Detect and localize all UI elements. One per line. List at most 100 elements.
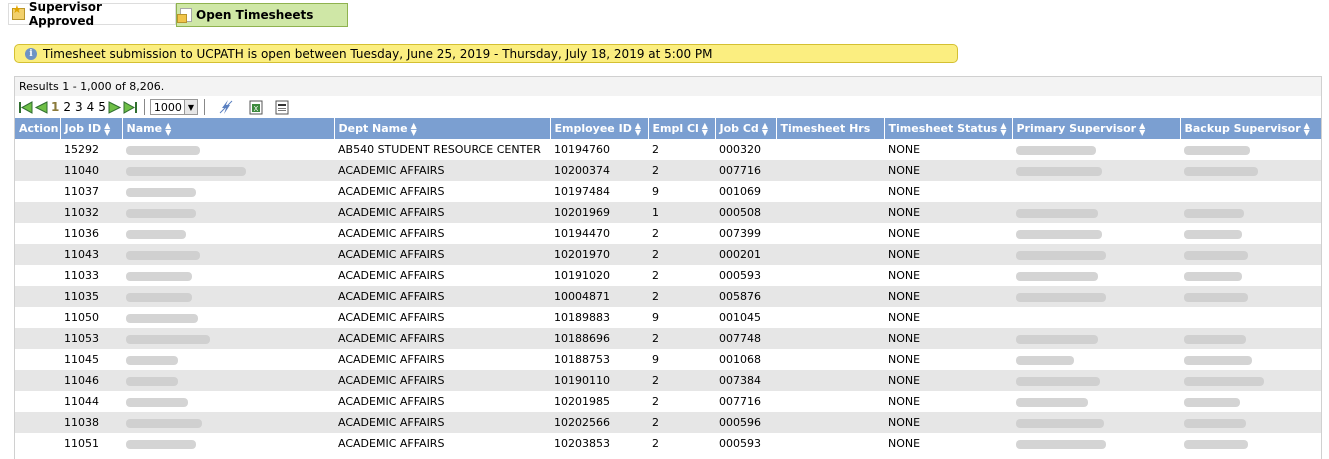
table-row[interactable]: 11050 ACADEMIC AFFAIRS 10189883 9 001045 NONE [15, 307, 1321, 328]
redacted-text [126, 292, 192, 302]
backup-supervisor-cell [1180, 433, 1321, 454]
col-header-employee-id[interactable]: Employee ID ▲ ▼ [550, 118, 649, 139]
job-cd-cell: 001068 [715, 349, 776, 370]
col-header-dept-name[interactable]: Dept Name ▲ ▼ [334, 118, 551, 139]
job-cd-cell: 001045 [715, 307, 776, 328]
sort-icon[interactable]: ▲ ▼ [411, 121, 417, 136]
table-row[interactable]: 11046 ACADEMIC AFFAIRS 10190110 2 007384 NONE [15, 370, 1321, 391]
redacted-text [126, 229, 186, 239]
primary-supervisor-cell [1012, 265, 1180, 286]
table-row[interactable]: 11044 ACADEMIC AFFAIRS 10201985 2 007716 NONE [15, 391, 1321, 412]
primary-supervisor-cell [1012, 349, 1180, 370]
redacted-text [1016, 208, 1098, 218]
name-cell [122, 244, 334, 265]
table-row[interactable]: 11032 ACADEMIC AFFAIRS 10201969 1 000508 NONE [15, 202, 1321, 223]
dept-name-cell: ACADEMIC AFFAIRS [334, 391, 550, 412]
timesheet-hrs-cell [776, 286, 884, 307]
export-excel-icon[interactable]: X [248, 99, 264, 115]
table-row[interactable]: 11043 ACADEMIC AFFAIRS 10201970 2 000201 NONE [15, 244, 1321, 265]
action-cell [15, 265, 60, 286]
sort-icon[interactable]: ▲ ▼ [762, 121, 768, 136]
timesheet-status-cell: NONE [884, 139, 1012, 160]
page-link-3[interactable]: 3 [75, 100, 83, 114]
backup-supervisor-cell [1180, 202, 1321, 223]
empl-cl-cell: 2 [648, 139, 715, 160]
col-header-primary-supervisor[interactable]: Primary Supervisor ▲ ▼ [1012, 118, 1181, 139]
table-row[interactable]: 11037 ACADEMIC AFFAIRS 10197484 9 001069 NONE [15, 181, 1321, 202]
backup-supervisor-cell [1180, 265, 1321, 286]
empl-cl-cell: 1 [648, 202, 715, 223]
job-cd-cell: 000593 [715, 265, 776, 286]
col-header-job-id[interactable]: Job ID ▲ ▼ [60, 118, 123, 139]
sort-icon[interactable]: ▲ ▼ [1000, 121, 1006, 136]
table-row[interactable]: 11045 ACADEMIC AFFAIRS 10188753 9 001068 NONE [15, 349, 1321, 370]
lightning-icon[interactable] [218, 99, 234, 115]
page-size-select[interactable]: 1000 ▼ [149, 99, 198, 115]
table-row[interactable]: 11033 ACADEMIC AFFAIRS 10191020 2 000593 NONE [15, 265, 1321, 286]
job-id-cell: 11050 [60, 307, 122, 328]
page-link-5[interactable]: 5 [98, 100, 106, 114]
first-page-icon[interactable] [19, 100, 33, 114]
backup-supervisor-cell [1180, 244, 1321, 265]
col-header-job-cd[interactable]: Job Cd ▲ ▼ [715, 118, 777, 139]
sort-icon[interactable]: ▲ ▼ [635, 121, 641, 136]
redacted-text [126, 355, 178, 365]
table-row[interactable]: 11053 ACADEMIC AFFAIRS 10188696 2 007748 NONE [15, 328, 1321, 349]
job-id-cell: 15292 [60, 139, 122, 160]
job-cd-cell: 000593 [715, 433, 776, 454]
tab-supervisor-approved[interactable]: Supervisor Approved [8, 0, 176, 28]
page-link-1[interactable]: 1 [51, 100, 59, 114]
name-cell [122, 328, 334, 349]
job-id-cell: 11038 [60, 412, 122, 433]
job-cd-cell: 000201 [715, 244, 776, 265]
tab-open-timesheets[interactable]: Open Timesheets [176, 3, 348, 27]
job-cd-cell: 007716 [715, 160, 776, 181]
redacted-text [126, 250, 200, 260]
table-row[interactable]: 11038 ACADEMIC AFFAIRS 10202566 2 000596 NONE [15, 412, 1321, 433]
redacted-text [1184, 439, 1248, 449]
primary-supervisor-cell [1012, 307, 1180, 328]
sort-icon[interactable]: ▲ ▼ [1139, 121, 1145, 136]
job-id-cell: 11043 [60, 244, 122, 265]
col-header-timesheet-status[interactable]: Timesheet Status ▲ ▼ [884, 118, 1013, 139]
backup-supervisor-cell [1180, 328, 1321, 349]
col-header-empl-cl[interactable]: Empl Cl ▲ ▼ [648, 118, 716, 139]
timesheet-hrs-cell [776, 244, 884, 265]
dept-name-cell: ACADEMIC AFFAIRS [334, 181, 550, 202]
redacted-text [1184, 355, 1252, 365]
timesheet-hrs-cell [776, 202, 884, 223]
redacted-text [1016, 166, 1102, 176]
col-header-backup-supervisor[interactable]: Backup Supervisor ▲ ▼ [1180, 118, 1321, 139]
page-link-4[interactable]: 4 [87, 100, 95, 114]
export-document-icon[interactable] [274, 99, 290, 115]
timesheet-status-cell: NONE [884, 370, 1012, 391]
primary-supervisor-cell [1012, 223, 1180, 244]
table-row[interactable]: 11040 ACADEMIC AFFAIRS 10200374 2 007716 NONE [15, 160, 1321, 181]
sort-icon[interactable]: ▲ ▼ [1304, 121, 1310, 136]
timesheet-status-cell: NONE [884, 328, 1012, 349]
dept-name-cell: ACADEMIC AFFAIRS [334, 370, 550, 391]
last-page-icon[interactable] [123, 100, 137, 114]
sort-icon[interactable]: ▲ ▼ [165, 121, 171, 136]
job-id-cell: 11040 [60, 160, 122, 181]
table-row[interactable]: 11051 ACADEMIC AFFAIRS 10203853 2 000593 NONE [15, 433, 1321, 454]
action-cell [15, 370, 60, 391]
timesheet-status-cell: NONE [884, 307, 1012, 328]
redacted-text [1016, 271, 1098, 281]
action-cell [15, 412, 60, 433]
page-link-2[interactable]: 2 [63, 100, 71, 114]
sort-icon[interactable]: ▲ ▼ [104, 121, 110, 136]
redacted-text [1184, 271, 1242, 281]
col-header-name[interactable]: Name ▲ ▼ [122, 118, 335, 139]
table-row[interactable]: 15292 AB540 STUDENT RESOURCE CENTER 101947… [15, 139, 1321, 160]
prev-page-icon[interactable] [34, 100, 48, 114]
table-row[interactable]: 11035 ACADEMIC AFFAIRS 10004871 2 005876 NONE [15, 286, 1321, 307]
job-id-cell: 11051 [60, 433, 122, 454]
sort-icon[interactable]: ▲ ▼ [702, 121, 708, 136]
timesheet-hrs-cell [776, 391, 884, 412]
timesheet-status-cell: NONE [884, 202, 1012, 223]
header-row: Action Job ID ▲ ▼ Name ▲ ▼ Dept Name ▲ ▼ Emplo… [15, 118, 1321, 139]
next-page-icon[interactable] [108, 100, 122, 114]
backup-supervisor-cell [1180, 139, 1321, 160]
table-row[interactable]: 11036 ACADEMIC AFFAIRS 10194470 2 007399 NONE [15, 223, 1321, 244]
